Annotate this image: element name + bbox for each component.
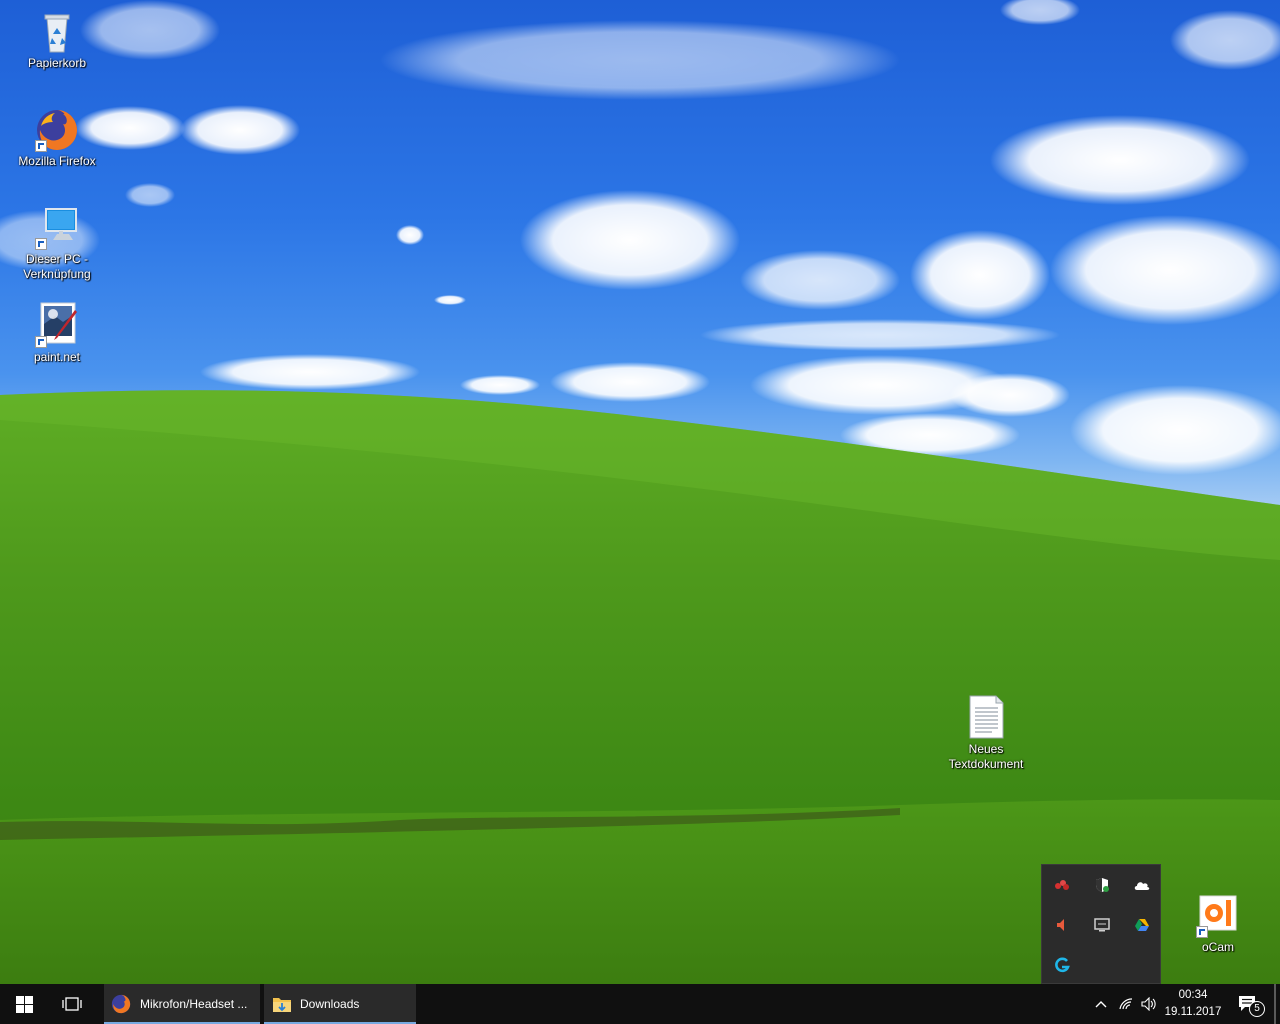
notification-count-badge: 5: [1249, 1001, 1265, 1017]
firefox-icon: [111, 994, 131, 1014]
shortcut-arrow-icon: [35, 238, 47, 250]
desktop-icon-paint-net[interactable]: paint.net: [17, 302, 97, 365]
recycle-bin-icon: [33, 8, 81, 54]
taskbar-clock[interactable]: 00:34 19.11.2017: [1160, 984, 1226, 1024]
start-button[interactable]: [0, 984, 48, 1024]
task-view-icon: [62, 997, 82, 1011]
desktop-icon-recycle-bin[interactable]: Papierkorb: [17, 8, 97, 71]
ocam-icon: [1194, 892, 1242, 938]
bliss-landscape: [0, 0, 1280, 984]
desktop-icon-text-document[interactable]: Neues Textdokument: [936, 694, 1036, 772]
desktop-icon-label: Papierkorb: [27, 56, 87, 70]
taskbar-item-downloads[interactable]: Downloads: [264, 984, 416, 1024]
taskbar-item-label: Downloads: [300, 997, 360, 1011]
tray-overflow-popup: [1041, 864, 1161, 984]
desktop-icon-label: oCam: [1201, 940, 1234, 954]
desktop-icon-label: paint.net: [33, 350, 81, 364]
desktop-icon-label: Neues Textdokument: [948, 742, 1024, 771]
taskbar-item-firefox[interactable]: Mikrofon/Headset ...: [104, 984, 260, 1024]
clock-time: 00:34: [1178, 989, 1208, 1001]
taskbar: Mikrofon/Headset ... Downloads 00:34 19.…: [0, 984, 1280, 1024]
volume-button[interactable]: [1138, 984, 1160, 1024]
text-document-icon: [962, 694, 1010, 740]
desktop-icon-mozilla-firefox[interactable]: Mozilla Firefox: [17, 106, 97, 169]
show-hidden-icons-button[interactable]: [1090, 984, 1112, 1024]
shortcut-arrow-icon: [1196, 926, 1208, 938]
desktop-icon-label: Dieser PC - Verknüpfung: [23, 252, 91, 281]
onedrive-cloud-icon[interactable]: [1122, 865, 1162, 905]
firefox-icon: [33, 106, 81, 152]
taskbar-item-label: Mikrofon/Headset ...: [140, 997, 248, 1011]
clock-date: 19.11.2017: [1164, 1006, 1222, 1018]
network-button[interactable]: [1114, 984, 1138, 1024]
windows-start-icon: [15, 995, 33, 1013]
shortcut-arrow-icon: [35, 140, 47, 152]
shortcut-arrow-icon: [35, 336, 47, 348]
paint-net-icon: [33, 302, 81, 348]
volume-muted-icon[interactable]: [1042, 905, 1082, 945]
show-desktop-button[interactable]: [1274, 984, 1276, 1024]
security-shield-icon[interactable]: [1082, 865, 1122, 905]
speaker-icon: [1141, 997, 1156, 1011]
google-drive-icon[interactable]: [1122, 905, 1162, 945]
network-status-icon[interactable]: [1042, 865, 1082, 905]
computer-monitor-icon: [33, 204, 81, 250]
desktop-wallpaper: [0, 0, 1280, 984]
desktop-icon-ocam[interactable]: oCam: [1178, 892, 1258, 955]
desktop-icon-label: Mozilla Firefox: [18, 154, 96, 168]
wifi-icon: [1119, 998, 1133, 1010]
monitor-app-icon[interactable]: [1082, 905, 1122, 945]
action-center-button[interactable]: 5: [1230, 984, 1266, 1024]
desktop-icon-this-pc[interactable]: Dieser PC - Verknüpfung: [17, 204, 97, 282]
folder-icon: [273, 998, 291, 1012]
logitech-g-icon[interactable]: [1042, 945, 1082, 985]
chevron-up-icon: [1095, 1001, 1107, 1008]
task-view-button[interactable]: [48, 984, 96, 1024]
